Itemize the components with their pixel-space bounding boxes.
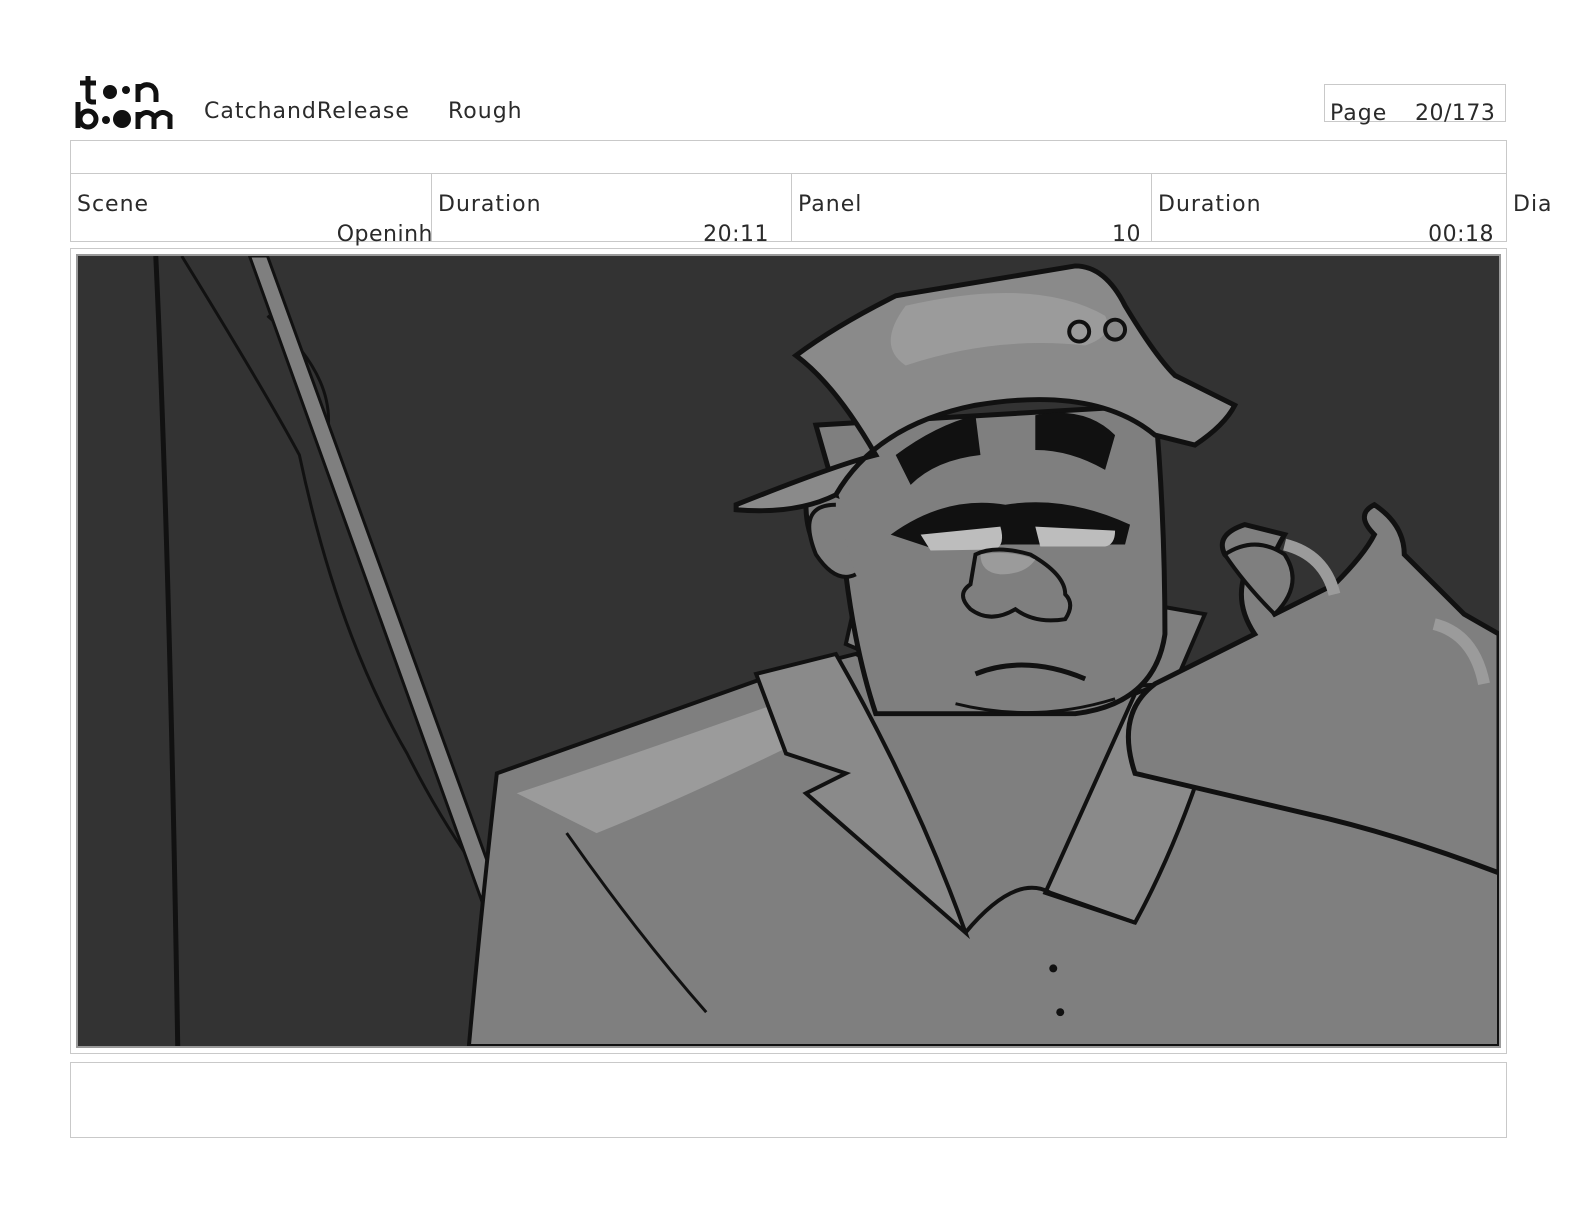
storyboard-panel-drawing [76, 254, 1501, 1048]
scene-duration-label: Duration [438, 192, 542, 217]
dialogue-notes-box [70, 1062, 1507, 1138]
stage-name: Rough [448, 99, 523, 124]
panel-duration-label: Duration [1158, 192, 1262, 217]
panel-info-row: Scene Openinh Duration 20:11 Panel 10 Du… [70, 174, 1508, 247]
toonboom-logo [74, 72, 182, 132]
scene-label: Scene [77, 192, 150, 217]
page-number: 20/173 [1415, 101, 1496, 126]
panel-value: 10 [1112, 222, 1141, 247]
project-name: CatchandRelease [204, 99, 410, 124]
panel-label: Panel [798, 192, 863, 217]
scene-duration-value: 20:11 [703, 222, 769, 247]
scene-value: Openinh [336, 222, 433, 247]
page-label: Page [1330, 101, 1388, 126]
panel-duration-cell: Duration 00:18 [1152, 174, 1508, 247]
panel-cell: Panel 10 [792, 174, 1152, 247]
scene-cell: Scene Openinh [71, 174, 432, 247]
dialogue-label: Dia [1513, 192, 1553, 217]
scene-duration-cell: Duration 20:11 [432, 174, 792, 247]
header-strip [70, 140, 1507, 174]
panel-duration-value: 00:18 [1428, 222, 1494, 247]
